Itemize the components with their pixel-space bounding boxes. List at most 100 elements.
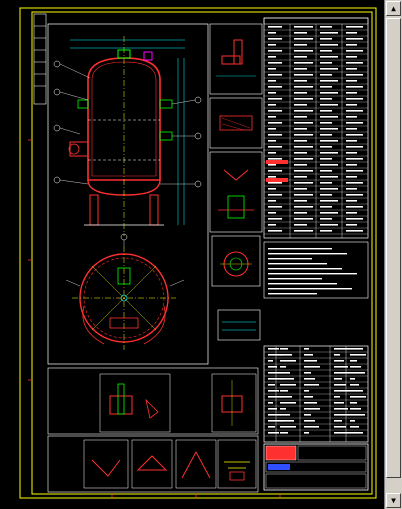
spec-cell-text	[320, 56, 338, 58]
spec-cell-text	[294, 86, 313, 88]
bom-cell-text	[334, 420, 342, 422]
spec-cell-text	[294, 164, 307, 166]
bom-cell-text	[304, 390, 309, 392]
spec-cell-text	[268, 92, 276, 94]
scroll-down-button[interactable]: ▼	[386, 493, 401, 508]
drawing-canvas[interactable]	[0, 0, 384, 509]
bom-cell-text	[280, 378, 294, 380]
spec-cell-text	[320, 182, 332, 184]
spec-cell-text	[346, 188, 357, 190]
weld-details-row	[47, 435, 259, 493]
spec-cell-text	[320, 212, 338, 214]
spec-cell-text	[320, 32, 338, 34]
bom-cell-text	[334, 366, 348, 368]
spec-cell-text	[268, 134, 282, 136]
spec-cell-text	[268, 188, 276, 190]
spec-cell-text	[346, 206, 363, 208]
spec-cell-text	[268, 116, 276, 118]
spec-cell-text	[346, 44, 357, 46]
spec-cell-text	[346, 38, 363, 40]
spec-cell-text	[346, 194, 363, 196]
spec-cell-text	[346, 50, 363, 52]
bom-cell-text	[268, 384, 275, 386]
spec-cell-text	[346, 110, 363, 112]
spec-cell-text	[268, 44, 276, 46]
spec-cell-text	[320, 110, 332, 112]
spec-cell-text	[294, 68, 307, 70]
spec-cell-text	[346, 122, 363, 124]
bom-cell-text	[268, 402, 273, 404]
technical-notes-block	[263, 241, 369, 299]
spec-cell-text	[346, 104, 357, 106]
bom-cell-text	[280, 420, 294, 422]
bom-cell-text	[280, 408, 286, 410]
spec-cell-text	[346, 92, 357, 94]
vertical-scrollbar[interactable]: ▲ ▼	[384, 0, 402, 509]
spec-cell-text	[294, 44, 307, 46]
spec-cell-text	[268, 152, 276, 154]
spec-cell-text	[294, 152, 307, 154]
spec-cell-text	[346, 128, 357, 130]
spec-cell-text	[268, 176, 276, 178]
spec-cell-text	[320, 218, 332, 220]
spec-cell-text	[268, 122, 282, 124]
scroll-thumb[interactable]	[386, 18, 401, 478]
spec-cell-text	[346, 224, 357, 226]
spec-cell-text	[268, 230, 282, 232]
note-text-line	[268, 278, 322, 280]
spec-cell-text	[320, 206, 332, 208]
bom-cell-text	[280, 354, 292, 356]
spec-cell-text	[294, 146, 313, 148]
bom-cell-text	[334, 372, 350, 374]
spec-cell-text	[346, 230, 363, 232]
spec-cell-text	[268, 98, 282, 100]
bom-cell-text	[268, 390, 279, 392]
spec-cell-text	[294, 182, 313, 184]
bom-cell-text	[334, 402, 344, 404]
bom-cell-text	[304, 348, 309, 350]
spec-cell-text	[294, 212, 307, 214]
spec-cell-text	[268, 104, 276, 106]
spec-cell-text	[320, 62, 332, 64]
spec-cell-text	[268, 218, 282, 220]
cad-drawing-viewer: ▲ ▼	[0, 0, 402, 509]
scroll-up-icon: ▲	[391, 4, 396, 13]
spec-cell-text	[268, 32, 276, 34]
spec-cell-text	[268, 110, 282, 112]
bom-cell-text	[268, 408, 277, 410]
bom-cell-text	[280, 432, 288, 434]
bom-cell-text	[334, 426, 346, 428]
note-text-line	[268, 293, 317, 295]
spec-cell-text	[268, 164, 276, 166]
spec-cell-text	[346, 182, 363, 184]
spec-cell-text	[320, 38, 332, 40]
spec-cell-text	[346, 158, 363, 160]
spec-cell-text	[294, 74, 313, 76]
spec-cell-text	[268, 86, 282, 88]
spec-cell-text	[268, 80, 276, 82]
bom-cell-text	[350, 426, 359, 428]
vessel-plan-view	[65, 233, 185, 350]
spec-cell-text	[294, 92, 307, 94]
spec-cell-text	[320, 68, 338, 70]
spec-cell-text	[294, 194, 313, 196]
bom-cell-text	[334, 360, 344, 362]
spec-cell-text	[268, 224, 276, 226]
lower-detail-views	[47, 367, 259, 435]
spec-cell-text	[294, 140, 307, 142]
spec-cell-text	[320, 200, 338, 202]
scroll-up-button[interactable]: ▲	[386, 1, 401, 16]
bom-cell-text	[350, 360, 357, 362]
spec-cell-text	[294, 50, 313, 52]
spec-cell-text	[320, 44, 338, 46]
vessel-elevation-view	[53, 36, 202, 236]
bom-cell-text	[268, 432, 279, 434]
detail-views-column	[209, 23, 263, 341]
bom-cell-text	[350, 378, 355, 380]
bom-cell-text	[268, 366, 277, 368]
drawing-sheet-svg	[19, 7, 377, 499]
spec-cell-text	[268, 68, 276, 70]
spec-cell-text	[320, 116, 338, 118]
bom-cell-text	[280, 360, 296, 362]
spec-cell-text	[294, 206, 313, 208]
